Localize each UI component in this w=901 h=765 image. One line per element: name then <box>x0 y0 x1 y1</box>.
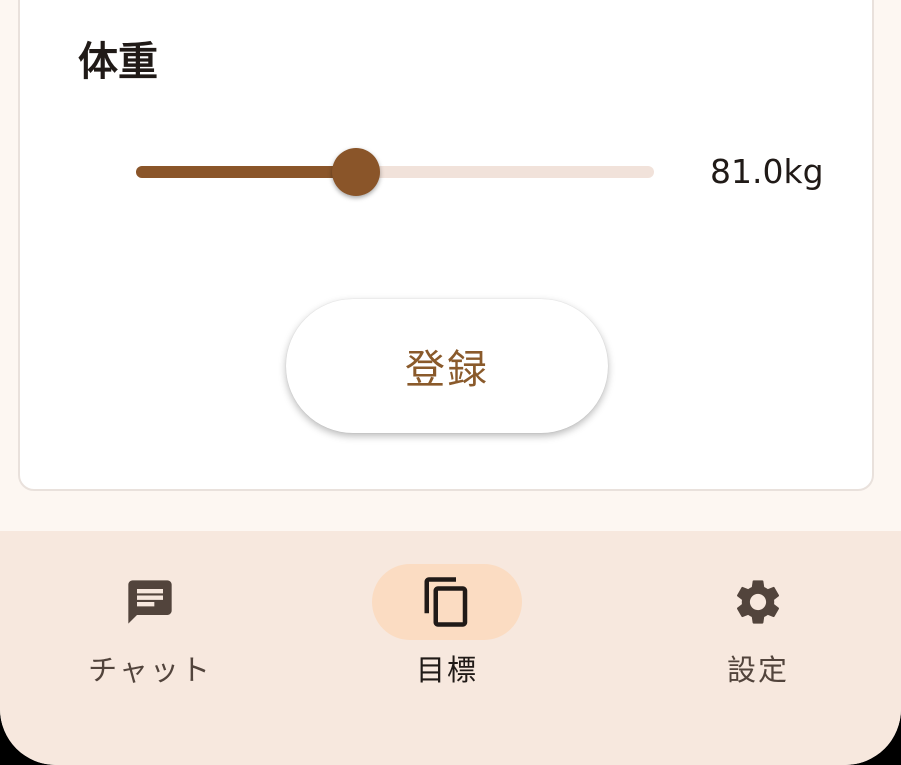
section-title: 体重 <box>78 39 158 85</box>
slider-track[interactable] <box>136 166 654 178</box>
register-button[interactable]: 登録 <box>286 299 608 433</box>
chat-icon <box>128 580 172 624</box>
active-indicator <box>372 564 522 640</box>
weight-slider[interactable] <box>136 144 654 200</box>
nav-label-chat: チャット <box>88 653 212 687</box>
nav-item-chat[interactable]: チャット <box>0 531 300 731</box>
bottom-navigation-bar: チャット 目標 設定 <box>0 531 901 765</box>
slider-thumb[interactable] <box>332 148 381 196</box>
weight-value: 81.0kg <box>710 152 824 191</box>
nav-item-settings[interactable]: 設定 <box>608 531 901 731</box>
register-button-label: 登録 <box>405 347 489 393</box>
app-screen: 体重 81.0kg 登録 チャット 目標 設定 <box>0 0 901 765</box>
copy-icon <box>424 577 468 627</box>
slider-active-track <box>136 166 357 178</box>
nav-label-settings: 設定 <box>726 653 789 687</box>
gear-icon <box>736 580 780 624</box>
nav-icon-container <box>75 564 225 640</box>
nav-item-goals[interactable]: 目標 <box>297 531 597 731</box>
weight-entry-card: 体重 81.0kg 登録 <box>18 0 874 491</box>
nav-label-goals: 目標 <box>415 653 478 687</box>
nav-icon-container <box>683 564 833 640</box>
